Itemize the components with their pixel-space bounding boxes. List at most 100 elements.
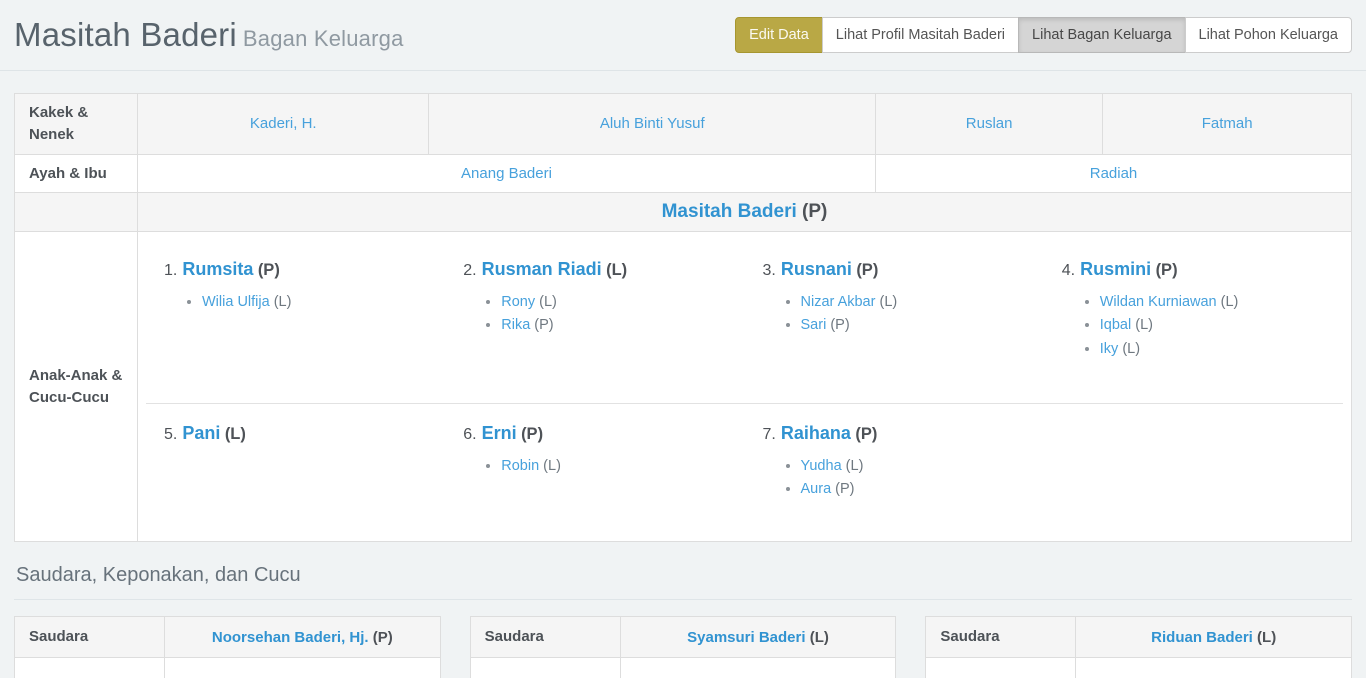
grandkid-link[interactable]: Wilia Ulfija: [202, 294, 270, 310]
parents-label: Ayah & Ibu: [15, 154, 138, 193]
page-title: Masitah BaderiBagan Keluarga: [14, 16, 404, 54]
children-grid-row-2: 5.Pani (L) 6. Erni (P) Robin (L) 7. Raihan…: [146, 403, 1343, 533]
grandkid-item: Rika (P): [501, 314, 728, 337]
child-link[interactable]: Rusnani: [781, 259, 852, 279]
child-link[interactable]: Erni: [482, 423, 517, 443]
sibling-card-2: Saudara Syamsuri Baderi (L) Keponakan & …: [470, 616, 897, 678]
child-block: 7. Raihana (P) Yudha (L) Aura (P): [745, 404, 1044, 533]
child-link[interactable]: Pani: [182, 423, 220, 443]
view-chart-button[interactable]: Lihat Bagan Keluarga: [1018, 17, 1185, 54]
child-heading: 6. Erni (P): [463, 423, 728, 444]
father-link[interactable]: Anang Baderi: [461, 165, 552, 182]
grandkid-gender: (L): [539, 294, 557, 310]
grandkid-item: Yudha (L): [801, 455, 1028, 478]
grandkid-item: Rony (L): [501, 291, 728, 314]
grandkid-link[interactable]: Rony: [501, 294, 535, 310]
grandparent-link[interactable]: Kaderi, H.: [250, 115, 317, 132]
grandkids-list: Wildan Kurniawan (L) Iqbal (L) Iky (L): [1062, 291, 1327, 361]
children-label: Anak-Anak & Cucu-Cucu: [15, 232, 138, 542]
edit-data-button[interactable]: Edit Data: [735, 17, 823, 54]
grandkid-gender: (L): [274, 294, 292, 310]
child-gender: (P): [1156, 261, 1178, 279]
nephews-row: Keponakan & Cucu-Cucu 1.Zuraida (P) Andi…: [926, 657, 1352, 678]
grandkid-gender: (P): [534, 317, 553, 333]
child-link[interactable]: Rumsita: [182, 259, 253, 279]
grandkid-link[interactable]: Yudha: [801, 458, 842, 474]
grandparent-link[interactable]: Aluh Binti Yusuf: [600, 115, 705, 132]
child-number: 6.: [463, 426, 476, 443]
grandkid-link[interactable]: Wildan Kurniawan: [1100, 294, 1217, 310]
mother-link[interactable]: Radiah: [1090, 165, 1138, 182]
grandkid-item: Nizar Akbar (L): [801, 291, 1028, 314]
grandkid-gender: (L): [846, 458, 864, 474]
grandkids-list: Wilia Ulfija (L): [164, 291, 429, 314]
sibling-gender: (P): [373, 629, 393, 646]
grandkid-link[interactable]: Rika: [501, 317, 530, 333]
child-block: 4. Rusmini (P) Wildan Kurniawan (L) Iqbal…: [1044, 240, 1343, 403]
sibling-label: Saudara: [470, 617, 620, 658]
children-row: Anak-Anak & Cucu-Cucu 1.Rumsita (P) Wili…: [15, 232, 1352, 542]
sibling-cards: Saudara Noorsehan Baderi, Hj. (P) Kepona…: [14, 616, 1352, 678]
grandkids-list: Yudha (L) Aura (P): [763, 455, 1028, 501]
nephews-label: Keponakan & Cucu-Cucu: [926, 657, 1076, 678]
child-number: 3.: [763, 262, 776, 279]
nephews-label: Keponakan & Cucu-Cucu: [15, 657, 165, 678]
person-name-wrap: Masitah Baderi (P): [662, 201, 828, 222]
children-grid-row-1: 1.Rumsita (P) Wilia Ulfija (L) 2.Rusman …: [146, 240, 1343, 403]
sibling-link[interactable]: Riduan Baderi: [1151, 629, 1253, 646]
person-title: Masitah Baderi: [14, 16, 237, 53]
view-tree-button[interactable]: Lihat Pohon Keluarga: [1185, 17, 1352, 54]
child-heading: 5.Pani (L): [164, 423, 429, 444]
person-link[interactable]: Masitah Baderi: [662, 201, 797, 222]
sibling-table: Saudara Syamsuri Baderi (L) Keponakan & …: [470, 616, 897, 678]
nephews-label: Keponakan & Cucu-Cucu: [470, 657, 620, 678]
header-button-group: Edit Data Lihat Profil Masitah Baderi Li…: [735, 17, 1352, 54]
grandkid-link[interactable]: Sari: [801, 317, 827, 333]
child-link[interactable]: Rusmini: [1080, 259, 1151, 279]
grandkid-item: Iqbal (L): [1100, 314, 1327, 337]
grandkid-item: Iky (L): [1100, 338, 1327, 361]
family-table: Kakek & Nenek Kaderi, H. Aluh Binti Yusu…: [14, 93, 1352, 542]
nephews-row: Keponakan & Cucu-Cucu 1.Muna Makmun (P) …: [15, 657, 441, 678]
sibling-gender: (L): [1257, 629, 1276, 646]
sibling-label: Saudara: [15, 617, 165, 658]
grandkid-link[interactable]: Robin: [501, 458, 539, 474]
child-block-empty: [1044, 404, 1343, 533]
grandkid-item: Wilia Ulfija (L): [202, 291, 429, 314]
grandkid-gender: (L): [1221, 294, 1239, 310]
grandkid-link[interactable]: Aura: [801, 481, 832, 497]
grandparents-row: Kakek & Nenek Kaderi, H. Aluh Binti Yusu…: [15, 94, 1352, 155]
sibling-link[interactable]: Noorsehan Baderi, Hj.: [212, 629, 369, 646]
child-link[interactable]: Rusman Riadi: [482, 259, 602, 279]
grandkids-list: Nizar Akbar (L) Sari (P): [763, 291, 1028, 337]
page-header: Masitah BaderiBagan Keluarga Edit Data L…: [0, 0, 1366, 71]
child-number: 7.: [763, 426, 776, 443]
grandparent-link[interactable]: Fatmah: [1202, 115, 1253, 132]
child-gender: (P): [521, 425, 543, 443]
child-heading: 4. Rusmini (P): [1062, 259, 1327, 280]
grandkid-link[interactable]: Iqbal: [1100, 317, 1131, 333]
sibling-link[interactable]: Syamsuri Baderi: [687, 629, 805, 646]
grandparent-link[interactable]: Ruslan: [966, 115, 1013, 132]
child-block: 2.Rusman Riadi (L) Rony (L) Rika (P): [445, 240, 744, 403]
grandkid-link[interactable]: Iky: [1100, 341, 1119, 357]
grandkid-item: Sari (P): [801, 314, 1028, 337]
siblings-section-heading: Saudara, Keponakan, dan Cucu: [14, 558, 1352, 600]
sibling-card-1: Saudara Noorsehan Baderi, Hj. (P) Kepona…: [14, 616, 441, 678]
grandkid-gender: (L): [543, 458, 561, 474]
child-gender: (P): [856, 261, 878, 279]
grandkid-gender: (P): [835, 481, 854, 497]
view-profile-button[interactable]: Lihat Profil Masitah Baderi: [822, 17, 1019, 54]
person-label-empty: [15, 193, 138, 232]
child-block: 5.Pani (L): [146, 404, 445, 533]
child-link[interactable]: Raihana: [781, 423, 851, 443]
grandkid-gender: (L): [1122, 341, 1140, 357]
parents-row: Ayah & Ibu Anang Baderi Radiah: [15, 154, 1352, 193]
child-heading: 2.Rusman Riadi (L): [463, 259, 728, 280]
grandkid-link[interactable]: Nizar Akbar: [801, 294, 876, 310]
child-gender: (L): [606, 261, 627, 279]
child-number: 4.: [1062, 262, 1075, 279]
sibling-table: Saudara Riduan Baderi (L) Keponakan & Cu…: [925, 616, 1352, 678]
grandkid-item: Aura (P): [801, 478, 1028, 501]
sibling-name-row: Saudara Syamsuri Baderi (L): [470, 617, 896, 658]
